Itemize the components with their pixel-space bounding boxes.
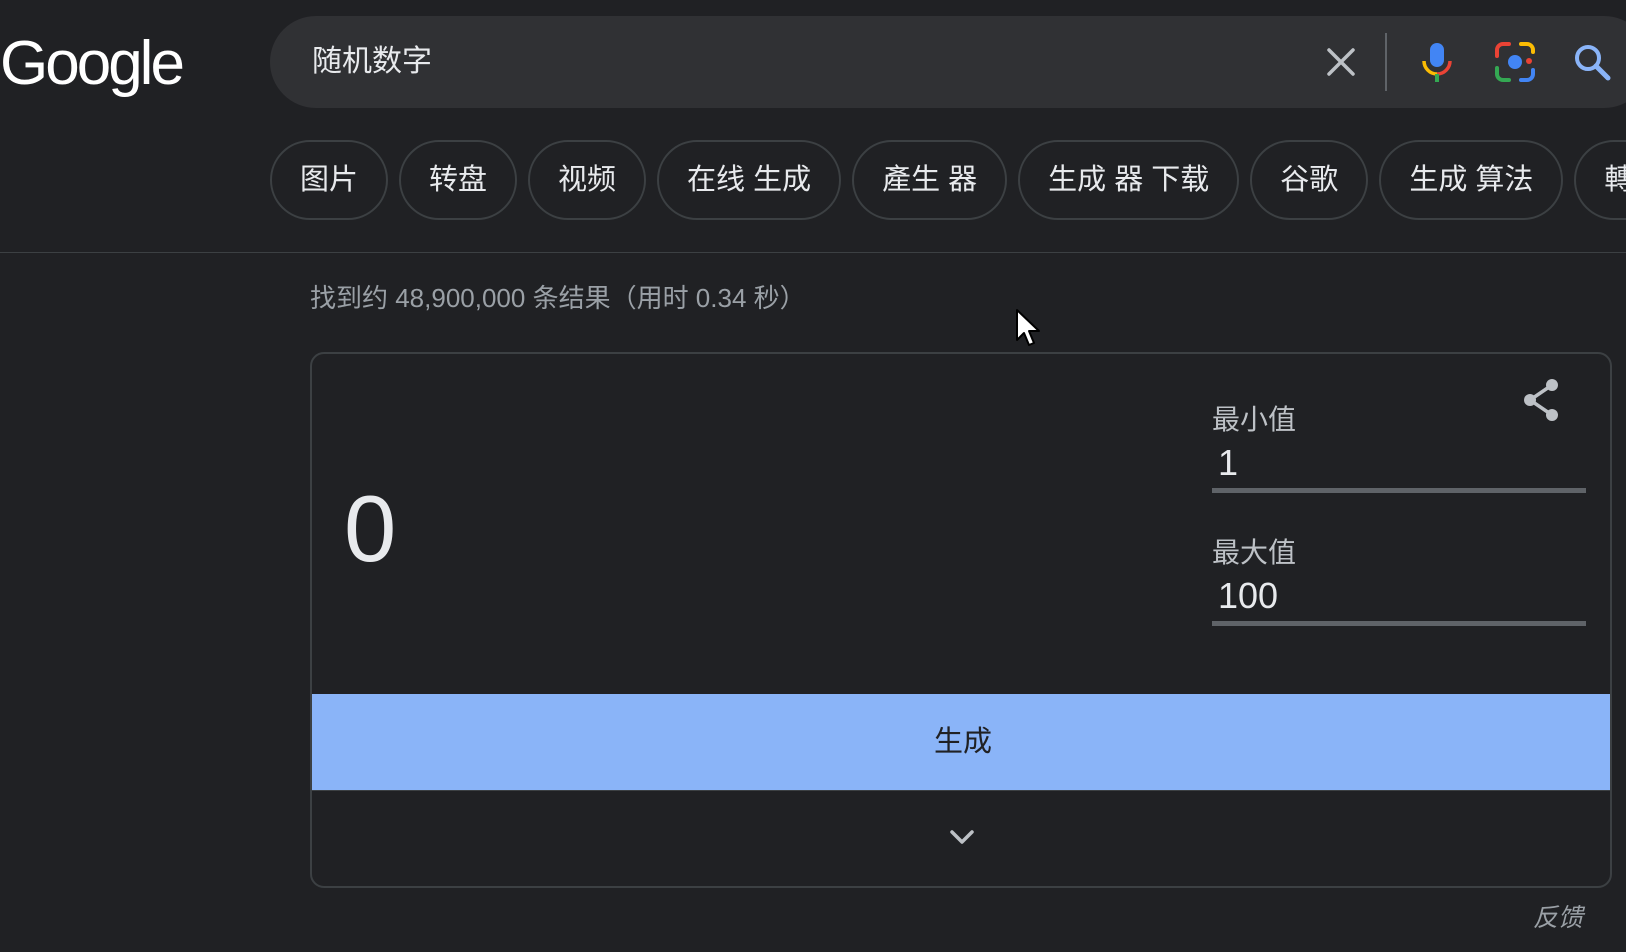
feedback-link[interactable]: 反馈 bbox=[1533, 898, 1583, 934]
search-icon bbox=[1575, 45, 1611, 81]
google-lens-icon bbox=[1495, 42, 1535, 82]
mouse-cursor-icon bbox=[1016, 309, 1040, 346]
header: Google 随机数字 图片 转盘 视频 在线 生成 產生 器 生成 器 下载 … bbox=[0, 0, 1626, 253]
generate-button[interactable]: 生成 bbox=[312, 694, 1610, 791]
chip-google[interactable]: 谷歌 bbox=[1250, 140, 1369, 220]
share-button[interactable] bbox=[1520, 376, 1564, 424]
chip-online-generate[interactable]: 在线 生成 bbox=[657, 140, 842, 220]
chip-images[interactable]: 图片 bbox=[270, 140, 389, 220]
chip-generator[interactable]: 產生 器 bbox=[852, 140, 1008, 220]
search-bar[interactable]: 随机数字 bbox=[270, 16, 1626, 108]
microphone-icon bbox=[1422, 43, 1452, 82]
close-icon bbox=[1327, 48, 1355, 76]
google-logo[interactable]: Google bbox=[0, 28, 185, 100]
max-value-input[interactable]: 100 bbox=[1212, 571, 1586, 626]
clear-search-button[interactable] bbox=[1321, 42, 1361, 82]
chip-wheel[interactable]: 转盘 bbox=[399, 140, 518, 220]
search-input[interactable]: 随机数字 bbox=[312, 16, 432, 108]
search-divider bbox=[1385, 33, 1387, 91]
chevron-down-icon bbox=[950, 830, 974, 844]
min-value-input[interactable]: 1 bbox=[1212, 438, 1586, 493]
chip-generator-download[interactable]: 生成 器 下载 bbox=[1018, 140, 1240, 220]
random-result-value: 0 bbox=[344, 476, 397, 581]
chip-videos[interactable]: 视频 bbox=[528, 140, 647, 220]
expand-card-button[interactable] bbox=[942, 824, 982, 852]
share-icon bbox=[1524, 379, 1558, 421]
max-value-label: 最大值 bbox=[1212, 537, 1297, 568]
lens-search-button[interactable] bbox=[1493, 40, 1537, 84]
chip-wheel-traditional[interactable]: 轉盤 bbox=[1574, 140, 1626, 220]
min-value-label: 最小值 bbox=[1212, 404, 1297, 435]
voice-search-button[interactable] bbox=[1415, 40, 1459, 84]
result-stats: 找到约 48,900,000 条结果（用时 0.34 秒） bbox=[310, 283, 806, 313]
search-button[interactable] bbox=[1570, 40, 1614, 84]
random-number-generator-card: 0 最小值 1 最大值 100 生成 bbox=[310, 352, 1612, 888]
chip-generate-algorithm[interactable]: 生成 算法 bbox=[1379, 140, 1564, 220]
search-filter-chips: 图片转盘视频在线 生成產生 器生成 器 下载谷歌生成 算法轉盤 bbox=[270, 140, 1626, 220]
